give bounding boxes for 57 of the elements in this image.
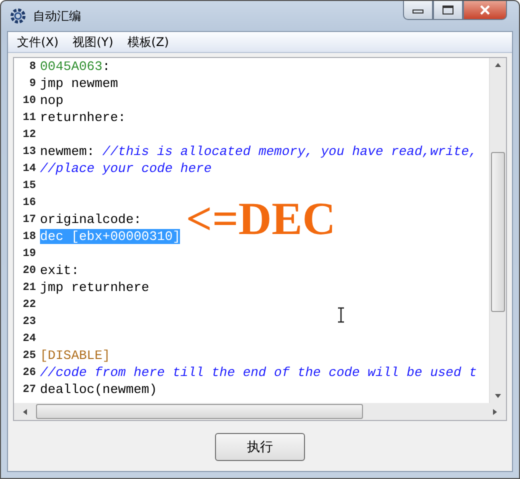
maximize-icon	[442, 5, 454, 15]
code-text: originalcode:	[40, 212, 142, 227]
line-number: 10	[22, 94, 37, 106]
minimize-button[interactable]	[403, 1, 433, 20]
code-text: dealloc(newmem)	[40, 382, 158, 397]
annotation-label: <=DEC	[186, 196, 336, 242]
code-text: newmem:	[40, 144, 96, 159]
close-button[interactable]	[463, 1, 507, 20]
scroll-up-icon[interactable]	[494, 62, 502, 68]
menu-item[interactable]: 模板(Z)	[122, 34, 178, 50]
line-number: 12	[22, 128, 37, 140]
line-number: 25	[22, 350, 37, 362]
menu-item[interactable]: 视图(Y)	[68, 34, 122, 50]
scrollbar-thumb[interactable]	[36, 404, 363, 419]
maximize-button[interactable]	[433, 1, 463, 20]
execute-button[interactable]: 执行	[215, 433, 305, 461]
line-number: 15	[22, 180, 37, 192]
code-text: returnhere:	[40, 110, 126, 125]
horizontal-scrollbar[interactable]	[14, 403, 506, 420]
code-address: 0045A063	[40, 59, 102, 74]
line-number: 14	[22, 162, 37, 174]
scroll-left-icon[interactable]	[22, 408, 28, 416]
code-text: exit:	[40, 263, 80, 278]
line-number: 22	[22, 298, 37, 310]
line-number: 20	[22, 264, 37, 276]
window-title: 自动汇编	[33, 8, 81, 24]
menu-item[interactable]: 文件(X)	[12, 34, 68, 50]
gear-icon	[9, 7, 27, 25]
line-number: 13	[22, 146, 37, 158]
selected-code-text: dec [ebx+00000310]	[40, 229, 180, 244]
line-number: 9	[28, 78, 37, 90]
line-number: 27	[22, 384, 37, 396]
close-icon	[479, 5, 491, 15]
line-number: 8	[28, 60, 37, 72]
code-comment: //code from here till the end of the code will be used t	[40, 365, 477, 380]
line-number: 11	[22, 112, 37, 124]
scroll-right-icon[interactable]	[492, 408, 498, 416]
scroll-down-icon[interactable]	[494, 393, 502, 399]
code-text: :	[102, 59, 110, 74]
code-comment: //place your code here	[40, 161, 212, 176]
line-number: 23	[22, 316, 37, 328]
line-number: 19	[22, 248, 37, 260]
line-number: 16	[22, 196, 37, 208]
vertical-scrollbar[interactable]	[489, 58, 506, 403]
code-text: jmp returnhere	[40, 280, 150, 295]
line-number: 17	[22, 214, 37, 226]
text-cursor-icon	[337, 307, 345, 323]
code-section: [DISABLE]	[40, 348, 110, 363]
line-number: 18	[22, 230, 37, 242]
line-number: 26	[22, 366, 37, 378]
code-comment: //this is allocated memory, you have read,write,	[102, 144, 477, 159]
line-number: 24	[22, 332, 37, 344]
code-text: jmp newmem	[40, 76, 118, 91]
scrollbar-thumb[interactable]	[491, 152, 505, 312]
line-number: 21	[22, 282, 37, 294]
code-text: nop	[40, 93, 64, 108]
code-editor[interactable]	[13, 57, 507, 421]
